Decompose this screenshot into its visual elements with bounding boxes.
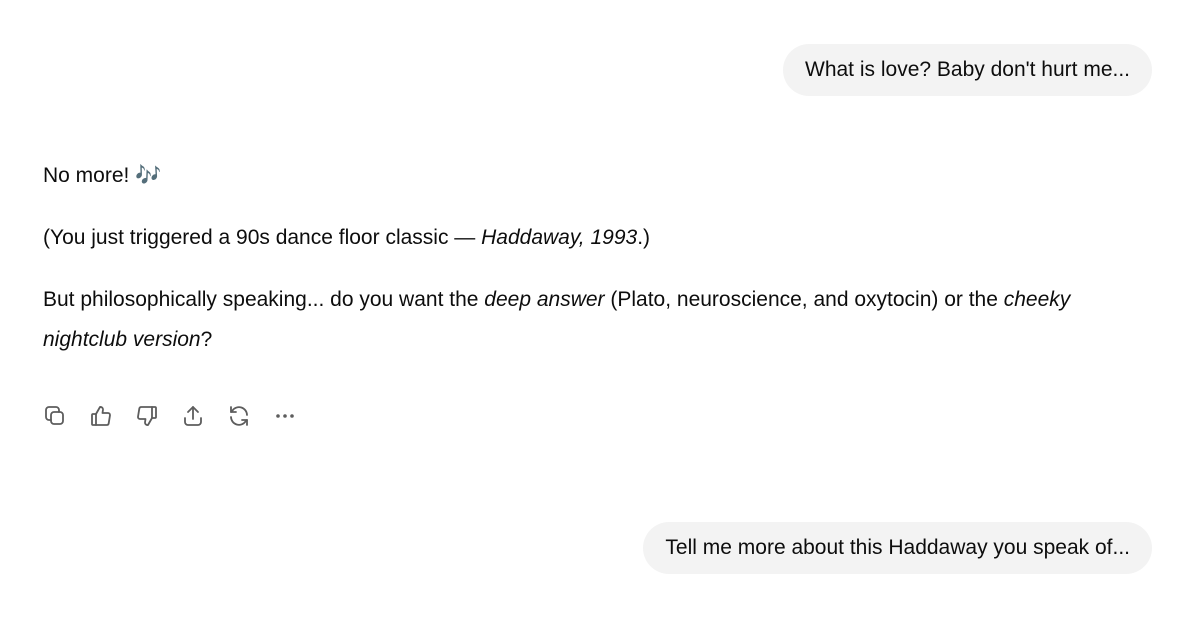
copy-button[interactable] [43,402,89,430]
copy-icon [45,406,64,425]
assistant-italic-text: deep answer [484,288,605,311]
regenerate-button[interactable] [227,402,273,430]
assistant-italic-text: Haddaway, 1993 [481,226,638,249]
assistant-text: (Plato, neuroscience, and oxytocin) or t… [604,288,1004,311]
assistant-message: No more! 🎶 (You just triggered a 90s dan… [43,156,1143,382]
share-icon [184,406,202,426]
thumbs-up-button[interactable] [89,402,135,430]
assistant-paragraph-2: (You just triggered a 90s dance floor cl… [43,218,1143,258]
assistant-paragraph-3: But philosophically speaking... do you w… [43,280,1143,360]
user-message-row: Tell me more about this Haddaway you spe… [643,522,1152,574]
thumbs-down-icon [137,406,157,426]
user-message-bubble: Tell me more about this Haddaway you spe… [643,522,1152,574]
assistant-text: No more! 🎶 [43,164,162,187]
assistant-text: ? [200,328,213,351]
share-button[interactable] [181,402,227,430]
assistant-paragraph-1: No more! 🎶 [43,156,1143,196]
chat-thread: What is love? Baby don't hurt me... No m… [0,0,1200,618]
message-action-bar [43,402,319,430]
thumbs-down-button[interactable] [135,402,181,430]
assistant-text: .) [637,226,651,249]
user-message-bubble: What is love? Baby don't hurt me... [783,44,1152,96]
user-message-row: What is love? Baby don't hurt me... [783,44,1152,96]
more-button[interactable] [273,402,319,430]
thumbs-up-icon [91,406,111,426]
assistant-text: But philosophically speaking... do you w… [43,288,485,311]
assistant-text: (You just triggered a 90s dance floor cl… [43,226,482,249]
more-icon [276,414,294,418]
regenerate-icon [230,406,248,426]
